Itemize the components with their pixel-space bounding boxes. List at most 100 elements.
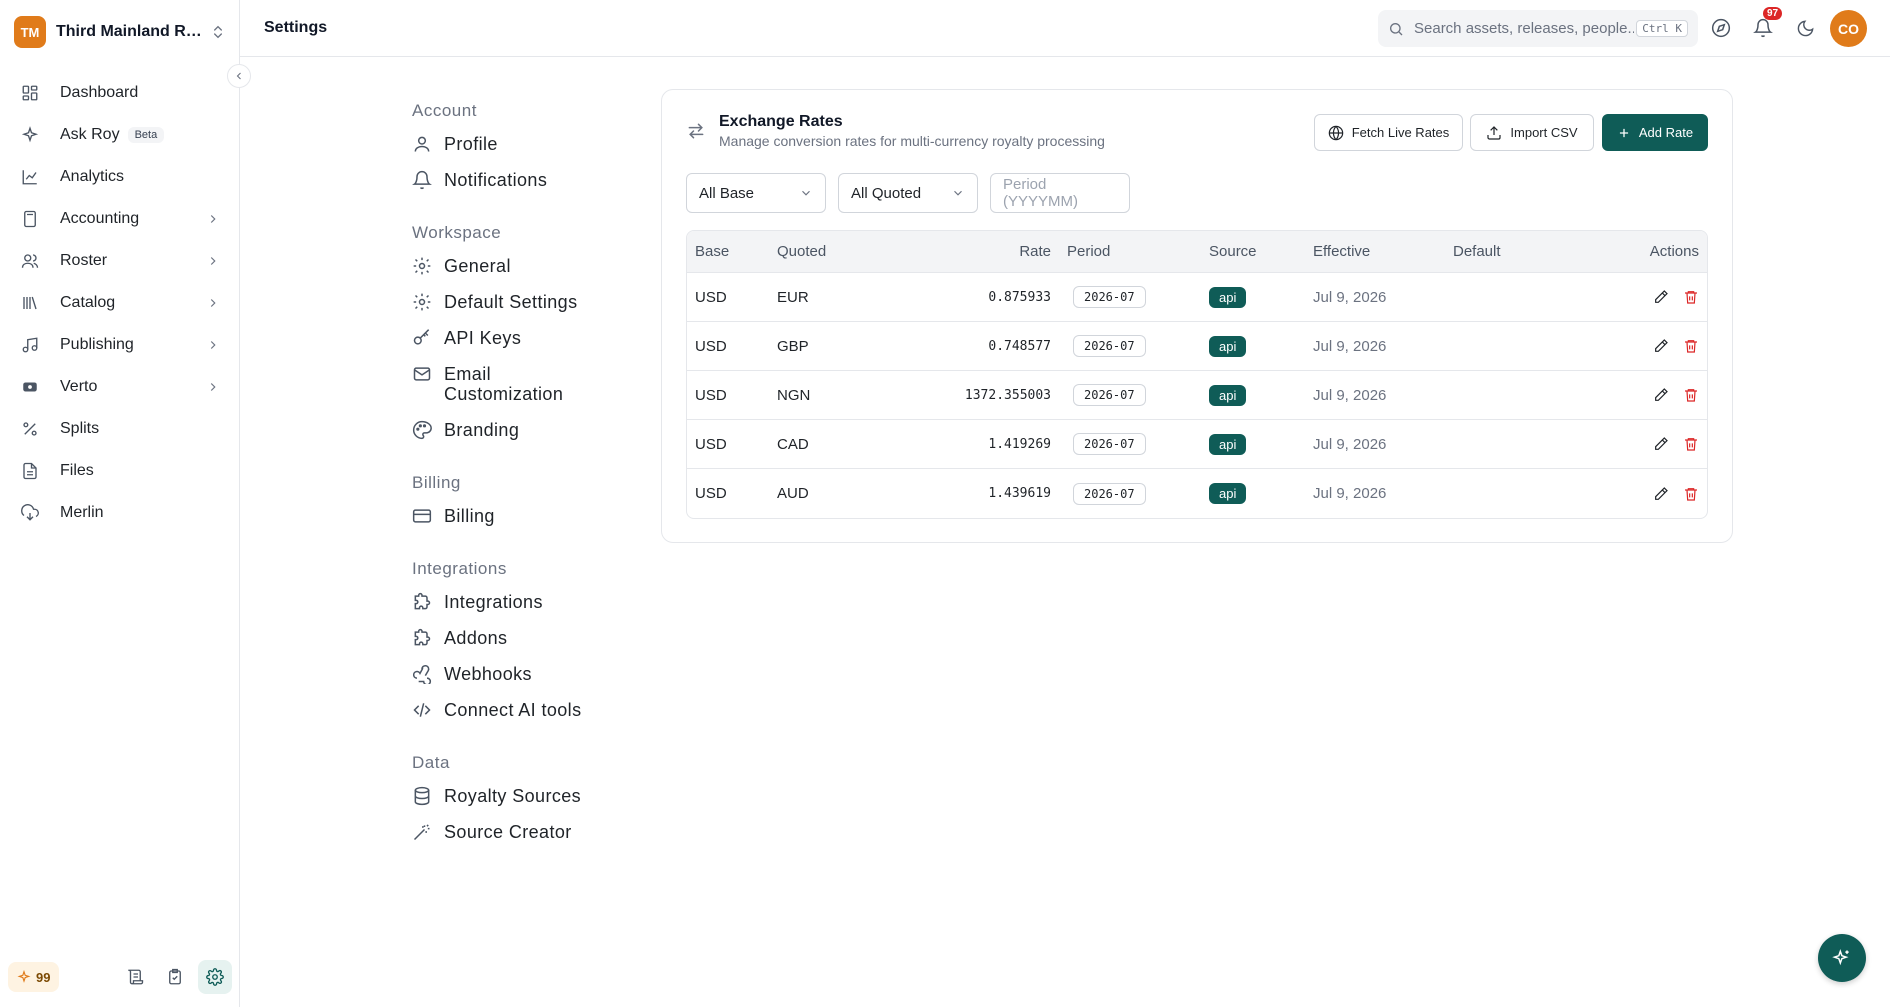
import-csv-button[interactable]: Import CSV	[1470, 114, 1594, 151]
user-avatar[interactable]: CO	[1830, 10, 1867, 47]
settings-item-branding[interactable]: Branding	[412, 412, 622, 448]
delete-trash-icon[interactable]	[1683, 486, 1699, 502]
sidebar-item-files[interactable]: Files	[10, 450, 230, 492]
search-placeholder: Search assets, releases, people...	[1414, 20, 1634, 37]
cell-source: api	[1207, 483, 1313, 504]
compass-icon[interactable]	[1707, 14, 1735, 42]
cell-effective: Jul 9, 2026	[1313, 485, 1387, 502]
settings-item-addons[interactable]: Addons	[412, 620, 622, 656]
settings-gear-icon[interactable]	[198, 960, 232, 994]
table-row: USD NGN 1372.355003 2026-07 api Jul 9, 2…	[687, 371, 1707, 420]
settings-nav: Account Profile Notifications Workspace …	[412, 90, 622, 850]
settings-item-billing[interactable]: Billing	[412, 498, 622, 534]
moon-icon[interactable]	[1791, 14, 1819, 42]
edit-pencil-icon[interactable]	[1653, 436, 1669, 452]
column-header: Actions	[1649, 243, 1699, 260]
cell-effective: Jul 9, 2026	[1313, 386, 1387, 404]
chevron-down-icon	[799, 186, 813, 200]
sidebar-item-label: Analytics	[60, 168, 125, 185]
quoted-currency-select[interactable]: All Quoted	[838, 173, 978, 213]
cell-rate: 0.875933	[988, 289, 1051, 305]
cell-quoted: NGN	[777, 386, 811, 404]
edit-pencil-icon[interactable]	[1653, 486, 1669, 502]
source-badge: api	[1209, 483, 1247, 504]
globe-icon	[1328, 125, 1344, 141]
source-badge: api	[1209, 335, 1247, 357]
clipboard-check-icon[interactable]	[158, 960, 192, 994]
sidebar-item-accounting[interactable]: Accounting	[10, 198, 230, 240]
sidebar-item-splits[interactable]: Splits	[10, 408, 230, 450]
database-icon	[412, 786, 432, 806]
base-currency-select[interactable]: All Base	[686, 173, 826, 213]
add-rate-button[interactable]: Add Rate	[1602, 114, 1708, 151]
cell-rate: 1.419269	[988, 436, 1051, 452]
search-input[interactable]: Search assets, releases, people... Ctrl …	[1378, 10, 1698, 47]
key-icon	[412, 328, 432, 348]
settings-item-profile[interactable]: Profile	[412, 126, 622, 162]
edit-pencil-icon[interactable]	[1653, 387, 1669, 403]
delete-trash-icon[interactable]	[1683, 436, 1699, 452]
settings-item-general[interactable]: General	[412, 248, 622, 284]
library-icon	[20, 293, 40, 313]
table-row: USD CAD 1.419269 2026-07 api Jul 9, 2026	[687, 420, 1707, 469]
settings-item-notifications[interactable]: Notifications	[412, 162, 622, 198]
settings-item-label: Branding	[444, 420, 520, 440]
sidebar-item-catalog[interactable]: Catalog	[10, 282, 230, 324]
beta-badge: Beta	[127, 127, 165, 143]
delete-trash-icon[interactable]	[1683, 338, 1699, 354]
user-icon	[412, 134, 432, 154]
settings-item-api-keys[interactable]: API Keys	[412, 320, 622, 356]
settings-item-integrations[interactable]: Integrations	[412, 584, 622, 620]
org-switcher[interactable]: TM Third Mainland Rec...	[14, 14, 226, 50]
ai-assistant-fab[interactable]	[1818, 934, 1866, 982]
delete-trash-icon[interactable]	[1683, 387, 1699, 403]
delete-trash-icon[interactable]	[1683, 289, 1699, 305]
sidebar-item-verto[interactable]: Verto	[10, 366, 230, 408]
settings-item-source-creator[interactable]: Source Creator	[412, 814, 622, 850]
sidebar-item-dashboard[interactable]: Dashboard	[10, 72, 230, 114]
settings-item-webhooks[interactable]: Webhooks	[412, 656, 622, 692]
credits-badge[interactable]: 99	[8, 962, 60, 992]
edit-pencil-icon[interactable]	[1653, 289, 1669, 305]
cell-base: USD	[695, 386, 727, 404]
cell-source: api	[1207, 433, 1313, 455]
chevrons-up-down-icon	[210, 24, 226, 40]
magic-wand-icon	[412, 822, 432, 842]
table-row: USD EUR 0.875933 2026-07 api Jul 9, 2026	[687, 273, 1707, 322]
settings-item-royalty-sources[interactable]: Royalty Sources	[412, 778, 622, 814]
cell-base: USD	[695, 337, 727, 355]
cell-actions	[1573, 486, 1707, 502]
sidebar-item-analytics[interactable]: Analytics	[10, 156, 230, 198]
settings-item-label: Addons	[444, 628, 508, 648]
settings-item-email-customization[interactable]: Email Customization	[412, 356, 622, 412]
cell-base: USD	[695, 288, 727, 306]
sidebar-item-merlin[interactable]: Merlin	[10, 492, 230, 534]
button-label: Fetch Live Rates	[1351, 125, 1450, 140]
settings-item-connect-ai-tools[interactable]: Connect AI tools	[412, 692, 622, 728]
period-pill: 2026-07	[1073, 286, 1146, 308]
sidebar-item-ask-roy[interactable]: Ask Roy Beta	[10, 114, 230, 156]
settings-item-label: Connect AI tools	[444, 700, 582, 720]
percent-icon	[20, 419, 40, 439]
column-header: Effective	[1313, 243, 1371, 260]
collapse-sidebar-button[interactable]	[227, 64, 251, 88]
exchange-rates-card: Exchange Rates Manage conversion rates f…	[661, 89, 1733, 543]
dashboard-icon	[20, 83, 40, 103]
cell-rate: 1.439619	[988, 486, 1051, 501]
top-header: Settings Search assets, releases, people…	[240, 0, 1890, 57]
sidebar-item-roster[interactable]: Roster	[10, 240, 230, 282]
sparkle-icon	[17, 970, 31, 984]
mail-icon	[412, 364, 432, 384]
cell-actions	[1573, 338, 1707, 354]
notifications-bell-icon[interactable]: 97	[1749, 7, 1783, 42]
sidebar-item-publishing[interactable]: Publishing	[10, 324, 230, 366]
settings-item-default-settings[interactable]: Default Settings	[412, 284, 622, 320]
settings-item-label: General	[444, 256, 511, 276]
edit-pencil-icon[interactable]	[1653, 338, 1669, 354]
cell-base: USD	[695, 485, 727, 502]
scroll-icon[interactable]	[118, 960, 152, 994]
settings-item-label: Integrations	[444, 592, 543, 612]
period-input[interactable]: Period (YYYYMM)	[990, 173, 1130, 213]
fetch-live-rates-button[interactable]: Fetch Live Rates	[1314, 114, 1463, 151]
puzzle-icon	[412, 592, 432, 612]
